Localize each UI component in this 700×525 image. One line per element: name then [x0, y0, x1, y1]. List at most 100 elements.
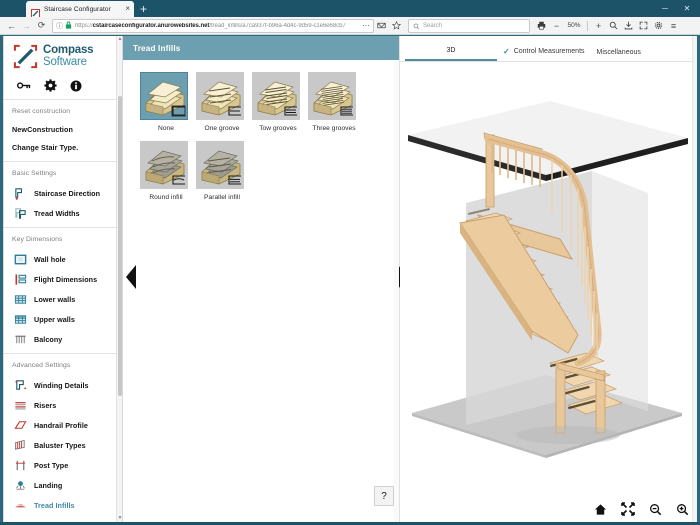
reload-icon[interactable]: ⟳: [34, 18, 49, 33]
sidebar-item-risers[interactable]: Risers: [4, 395, 122, 415]
sidebar-item-label: Tread Infills: [34, 500, 75, 510]
tab-label: Control Measurements: [513, 48, 585, 55]
sidebar-item-wall-hole[interactable]: Wall hole: [4, 249, 122, 269]
options-panel: Tread Infills None One groove Tow groove…: [123, 36, 408, 522]
find-icon[interactable]: [606, 18, 621, 33]
sidebar-link-reset[interactable]: Reset construction: [4, 100, 122, 121]
sidebar-item-winding-details[interactable]: Winding Details: [4, 375, 122, 395]
hamburger-menu-icon[interactable]: ≡: [666, 18, 681, 33]
sidebar-group-advanced-settings: Advanced Settings: [12, 362, 71, 369]
home-icon[interactable]: [594, 503, 607, 516]
sidebar-tool-icons: [4, 75, 122, 100]
toolbar-divider: [587, 20, 588, 31]
staircase-direction-icon: [14, 187, 27, 200]
help-button[interactable]: ?: [374, 486, 394, 506]
tab-3d[interactable]: 3D: [405, 47, 497, 61]
brand-text: Compass Software: [43, 44, 94, 68]
forward-icon[interactable]: →: [19, 18, 34, 33]
url-bar[interactable]: ⓘ https://cstaircaseconfigurator.anurowe…: [52, 18, 374, 33]
option-thumb-none[interactable]: [140, 72, 188, 120]
sidebar-item-flight-dimensions[interactable]: Flight Dimensions: [4, 269, 122, 289]
upper-walls-icon: [14, 313, 27, 326]
browser-tab[interactable]: Staircase Configurator ×: [26, 1, 134, 18]
sidebar-item-handrail-profile[interactable]: Handrail Profile: [4, 415, 122, 435]
gear-icon[interactable]: [651, 18, 666, 33]
search-input[interactable]: Search: [408, 18, 530, 33]
key-icon[interactable]: [17, 80, 31, 91]
sidebar-item-landing[interactable]: Landing: [4, 475, 122, 495]
zoom-level: 50%: [567, 22, 581, 29]
pocket-icon[interactable]: [374, 18, 389, 33]
bookmark-star-icon[interactable]: [389, 18, 404, 33]
option-thumb-two-grooves[interactable]: [252, 72, 300, 120]
sidebar-item-label: Flight Dimensions: [34, 274, 98, 284]
sidebar-item-lower-walls[interactable]: Lower walls: [4, 289, 122, 309]
staircase-3d-viewport[interactable]: [400, 63, 692, 522]
url-host: cstaircaseconfigurator.anurowebsites.net: [92, 22, 210, 29]
sidebar-item-tread-infills[interactable]: Tread Infills: [4, 495, 122, 515]
sidebar-item-staircase-direction[interactable]: Staircase Direction: [4, 183, 122, 203]
3d-staircase-render: [408, 101, 688, 458]
maximize-button[interactable]: ✕: [676, 0, 698, 17]
option-thumb-round-infill[interactable]: [140, 141, 188, 189]
viewer-tabs: 3D ✓ Control Measurements Miscellaneous: [400, 36, 697, 62]
fullscreen-icon[interactable]: [636, 18, 651, 33]
tread-infills-icon: [14, 499, 27, 512]
sidebar-item-post-type[interactable]: Post Type: [4, 455, 122, 475]
tab-title: Staircase Configurator: [44, 5, 111, 13]
gear-icon[interactable]: [44, 79, 57, 92]
sidebar-item-label: Baluster Types: [34, 440, 86, 450]
window-controls: ─ ✕: [654, 0, 698, 17]
zoom-out-button[interactable]: −: [549, 18, 564, 33]
tab-miscellaneous[interactable]: Miscellaneous: [591, 49, 647, 61]
option-thumb-one-groove[interactable]: [196, 72, 244, 120]
sidebar-item-balcony[interactable]: Balcony: [4, 329, 122, 349]
zoom-out-icon[interactable]: [649, 503, 662, 516]
url-scheme: https://: [75, 22, 93, 29]
page-info-icon[interactable]: ⓘ: [56, 21, 63, 31]
zoom-in-button[interactable]: +: [591, 18, 606, 33]
viewer-scrollbar[interactable]: [692, 36, 697, 522]
flight-dimensions-icon: [14, 273, 27, 286]
info-icon[interactable]: [70, 80, 82, 92]
option-label: One groove: [204, 125, 240, 132]
sidebar-item-label: Handrail Profile: [34, 420, 88, 430]
close-icon[interactable]: ×: [125, 5, 130, 13]
option-label: Parallel infill: [204, 194, 240, 201]
lock-icon: [65, 20, 72, 31]
sidebar-scrollbar[interactable]: ▲ ▼: [116, 36, 122, 522]
sidebar-group-basic-settings: Basic Settings: [12, 170, 57, 177]
save-icon[interactable]: [621, 18, 636, 33]
sidebar-link-new-construction[interactable]: NewConstruction: [4, 121, 122, 139]
handrail-profile-icon: [14, 419, 27, 432]
options-panel-scrollbar[interactable]: [394, 60, 399, 522]
navigation-toolbar: ← → ⟳ ⓘ https://cstaircaseconfigurator.a…: [0, 17, 700, 35]
sidebar-item-upper-walls[interactable]: Upper walls: [4, 309, 122, 329]
sidebar-link-change-stair-type[interactable]: Change Stair Type.: [4, 139, 122, 157]
option-thumb-parallel-infill[interactable]: [196, 141, 244, 189]
sidebar-item-tread-widths[interactable]: Tread Widths: [4, 203, 122, 223]
url-path: /tread_infills/a7ca937f-b96a-4d4c-9d59-c…: [209, 22, 346, 29]
previous-page-button[interactable]: [125, 264, 138, 295]
tab-label: Miscellaneous: [596, 49, 641, 56]
new-tab-button[interactable]: +: [140, 3, 147, 15]
minimize-button[interactable]: ─: [654, 0, 676, 17]
fit-to-screen-icon[interactable]: [621, 502, 635, 516]
lower-walls-icon: [14, 293, 27, 306]
winding-details-icon: [14, 379, 27, 392]
sidebar-item-label: Tread Widths: [34, 208, 80, 218]
sidebar-item-label: Risers: [34, 400, 57, 410]
tab-control-measurements[interactable]: ✓ Control Measurements: [497, 47, 591, 61]
back-icon[interactable]: ←: [4, 18, 19, 33]
option-thumb-three-grooves[interactable]: [308, 72, 356, 120]
zoom-in-icon[interactable]: [676, 503, 689, 516]
url-overflow-icon[interactable]: ⋯: [362, 21, 370, 30]
print-icon[interactable]: [534, 18, 549, 33]
tab-strip: Staircase Configurator × +: [0, 0, 147, 18]
brand-logo: Compass Software: [4, 36, 122, 75]
sidebar-scrollbar-thumb[interactable]: [118, 96, 122, 396]
search-placeholder: Search: [423, 22, 443, 29]
option-cell: Parallel infill: [196, 141, 252, 210]
sidebar-item-baluster-types[interactable]: Baluster Types: [4, 435, 122, 455]
sidebar-item-label: Upper walls: [34, 314, 75, 324]
